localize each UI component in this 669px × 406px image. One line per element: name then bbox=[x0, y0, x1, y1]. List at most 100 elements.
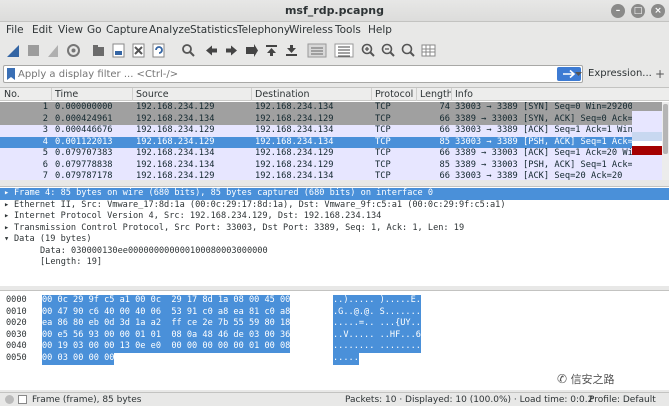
collapsed-arrow-icon[interactable]: ▸ bbox=[4, 223, 14, 235]
menu-statistics[interactable]: Statistics bbox=[190, 24, 238, 36]
hex-dump-row[interactable]: 0030 00 e5 56 93 00 00 01 01 08 0a 48 46 … bbox=[0, 329, 669, 342]
detail-tree-item[interactable]: Data: 030000130ee00000000000010008000300… bbox=[0, 246, 669, 258]
go-first-packet-icon[interactable] bbox=[263, 42, 280, 59]
column-header-source[interactable]: Source bbox=[136, 89, 169, 100]
menu-view[interactable]: View bbox=[58, 24, 83, 36]
expert-info-icon[interactable] bbox=[5, 395, 14, 404]
hex-bytes[interactable]: 00 47 90 c6 40 00 40 06 53 91 c0 a8 ea 8… bbox=[42, 306, 291, 319]
close-file-icon[interactable] bbox=[130, 42, 147, 59]
maximize-icon[interactable]: □ bbox=[631, 4, 645, 18]
detail-tree-item[interactable]: ▾ Data (19 bytes) bbox=[0, 234, 669, 246]
expanded-arrow-icon[interactable]: ▾ bbox=[4, 234, 14, 246]
detail-tree-item[interactable]: ▸ Transmission Control Protocol, Src Port… bbox=[0, 223, 669, 235]
column-header-time[interactable]: Time bbox=[55, 89, 78, 100]
close-icon[interactable]: × bbox=[651, 4, 665, 18]
display-filter-bar[interactable] bbox=[3, 65, 583, 83]
detail-tree-text: Internet Protocol Version 4, Src: 192.16… bbox=[14, 211, 382, 221]
find-packet-icon[interactable] bbox=[180, 42, 197, 59]
column-header-no[interactable]: No. bbox=[4, 89, 20, 100]
menu-telephony[interactable]: Telephony bbox=[237, 24, 290, 36]
status-profile[interactable]: Profile: Default bbox=[589, 395, 656, 405]
packet-row[interactable]: 1 0.000000000 192.168.234.129 192.168.234.1… bbox=[0, 102, 632, 114]
save-file-icon[interactable] bbox=[110, 42, 127, 59]
menu-analyze[interactable]: Analyze bbox=[149, 24, 190, 36]
packet-cell-no: 4 bbox=[42, 136, 48, 147]
hex-dump-row[interactable]: 0000 00 0c 29 9f c5 a1 00 0c 29 17 8d 1a … bbox=[0, 295, 669, 307]
go-forward-icon[interactable] bbox=[223, 42, 240, 59]
menu-edit[interactable]: Edit bbox=[32, 24, 52, 36]
packet-minimap[interactable] bbox=[632, 102, 662, 180]
packet-cell-len: 66 bbox=[439, 125, 450, 135]
detail-tree-item[interactable]: ▸ Internet Protocol Version 4, Src: 192.1… bbox=[0, 211, 669, 223]
stop-capture-icon[interactable] bbox=[25, 42, 42, 59]
collapsed-arrow-icon[interactable]: ▸ bbox=[4, 200, 14, 212]
display-filter-input[interactable] bbox=[18, 67, 558, 81]
packet-list-scrollbar[interactable] bbox=[662, 102, 669, 180]
hex-dump-row[interactable]: 0050 00 03 00 00 00..... bbox=[0, 353, 669, 365]
packet-cell-dst: 192.168.234.129 bbox=[255, 148, 334, 158]
packet-row[interactable]: 2 0.000424961 192.168.234.134 192.168.234.1… bbox=[0, 113, 632, 125]
hex-bytes[interactable]: 00 03 00 00 00 bbox=[42, 353, 115, 365]
packet-row[interactable]: 7 0.079787178 192.168.234.129 192.168.234.1… bbox=[0, 171, 632, 180]
menu-tools[interactable]: Tools bbox=[335, 24, 361, 36]
go-to-packet-icon[interactable] bbox=[243, 42, 260, 59]
go-back-icon[interactable] bbox=[203, 42, 220, 59]
open-file-icon[interactable] bbox=[90, 42, 107, 59]
packet-cell-len: 66 bbox=[439, 113, 450, 124]
go-last-packet-icon[interactable] bbox=[283, 42, 300, 59]
hex-dump-row[interactable]: 0020 ea 86 80 eb 0d 3d 1a a2 ff ce 2e 7b … bbox=[0, 318, 669, 330]
collapsed-arrow-icon[interactable]: ▸ bbox=[4, 211, 14, 223]
ascii-bytes[interactable]: ........ ........ bbox=[333, 341, 421, 353]
capture-options-icon[interactable] bbox=[65, 42, 82, 59]
capture-comment-icon[interactable] bbox=[18, 395, 27, 404]
packet-row[interactable]: 4 0.001122013 192.168.234.129 192.168.234.1… bbox=[0, 136, 632, 148]
column-header-length[interactable]: Length bbox=[420, 89, 453, 100]
column-header-protocol[interactable]: Protocol bbox=[375, 89, 413, 100]
ascii-bytes[interactable]: ..... bbox=[333, 353, 359, 365]
hex-bytes[interactable]: 00 0c 29 9f c5 a1 00 0c 29 17 8d 1a 08 0… bbox=[42, 295, 291, 307]
resize-columns-icon[interactable] bbox=[420, 42, 437, 59]
zoom-out-icon[interactable] bbox=[380, 42, 397, 59]
collapsed-arrow-icon[interactable]: ▸ bbox=[4, 188, 14, 200]
reload-file-icon[interactable] bbox=[150, 42, 167, 59]
menu-wireless[interactable]: Wireless bbox=[289, 24, 333, 36]
restart-capture-icon[interactable] bbox=[45, 42, 62, 59]
minimize-icon[interactable]: – bbox=[611, 4, 625, 18]
menu-file[interactable]: File bbox=[6, 24, 24, 36]
ascii-bytes[interactable]: .....=.. ...{UY.. bbox=[333, 318, 421, 330]
ascii-bytes[interactable]: ..)..... ).....E. bbox=[333, 295, 421, 307]
window-title: msf_rdp.pcapng bbox=[284, 4, 385, 17]
hex-bytes[interactable]: 00 e5 56 93 00 00 01 01 08 0a 48 46 de 0… bbox=[42, 329, 291, 342]
column-header-info[interactable]: Info bbox=[455, 89, 473, 100]
bookmark-icon[interactable] bbox=[6, 67, 16, 81]
packet-details[interactable]: ▸ Frame 4: 85 bytes on wire (680 bits), 8… bbox=[0, 186, 669, 286]
column-header-destination[interactable]: Destination bbox=[255, 89, 310, 100]
packet-row[interactable]: 3 0.000446676 192.168.234.129 192.168.234.1… bbox=[0, 125, 632, 137]
add-filter-button-icon[interactable]: + bbox=[655, 67, 667, 81]
shark-fin-start-icon[interactable] bbox=[5, 42, 22, 59]
detail-tree-item[interactable]: [Length: 19] bbox=[0, 257, 669, 269]
ascii-bytes[interactable]: ..V..... ..HF...6 bbox=[333, 329, 421, 342]
packet-row[interactable]: 6 0.079778838 192.168.234.134 192.168.234.1… bbox=[0, 159, 632, 171]
packet-cell-no: 7 bbox=[42, 171, 48, 180]
packet-row[interactable]: 5 0.079707383 192.168.234.134 192.168.234.1… bbox=[0, 148, 632, 160]
hex-dump-row[interactable]: 0010 00 47 90 c6 40 00 40 06 53 91 c0 a8 … bbox=[0, 306, 669, 319]
detail-tree-item[interactable]: ▸ Frame 4: 85 bytes on wire (680 bits), 8… bbox=[0, 188, 669, 200]
auto-scroll-icon[interactable] bbox=[306, 42, 328, 59]
packet-list[interactable]: No. Time Source Destination Protocol Len… bbox=[0, 87, 669, 180]
hex-bytes[interactable]: ea 86 80 eb 0d 3d 1a a2 ff ce 2e 7b 55 5… bbox=[42, 318, 291, 330]
hex-bytes[interactable]: 00 19 03 00 00 13 0e e0 00 00 00 00 00 0… bbox=[42, 341, 291, 353]
menu-go[interactable]: Go bbox=[87, 24, 102, 36]
detail-tree-item[interactable]: ▸ Ethernet II, Src: Vmware_17:8d:1a (00:0… bbox=[0, 200, 669, 212]
packet-cell-dst: 192.168.234.134 bbox=[255, 171, 334, 180]
zoom-in-icon[interactable] bbox=[360, 42, 377, 59]
colorize-icon[interactable] bbox=[333, 42, 355, 59]
menu-capture[interactable]: Capture bbox=[106, 24, 148, 36]
expression-button[interactable]: Expression... bbox=[588, 68, 652, 79]
menu-help[interactable]: Help bbox=[368, 24, 392, 36]
zoom-normal-icon[interactable] bbox=[400, 42, 417, 59]
ascii-bytes[interactable]: .G..@.@. S....... bbox=[333, 306, 421, 319]
filter-dropdown-icon[interactable] bbox=[574, 67, 583, 81]
hex-dump-row[interactable]: 0040 00 19 03 00 00 13 0e e0 00 00 00 00 … bbox=[0, 341, 669, 353]
packet-cell-src: 192.168.234.134 bbox=[136, 113, 215, 124]
